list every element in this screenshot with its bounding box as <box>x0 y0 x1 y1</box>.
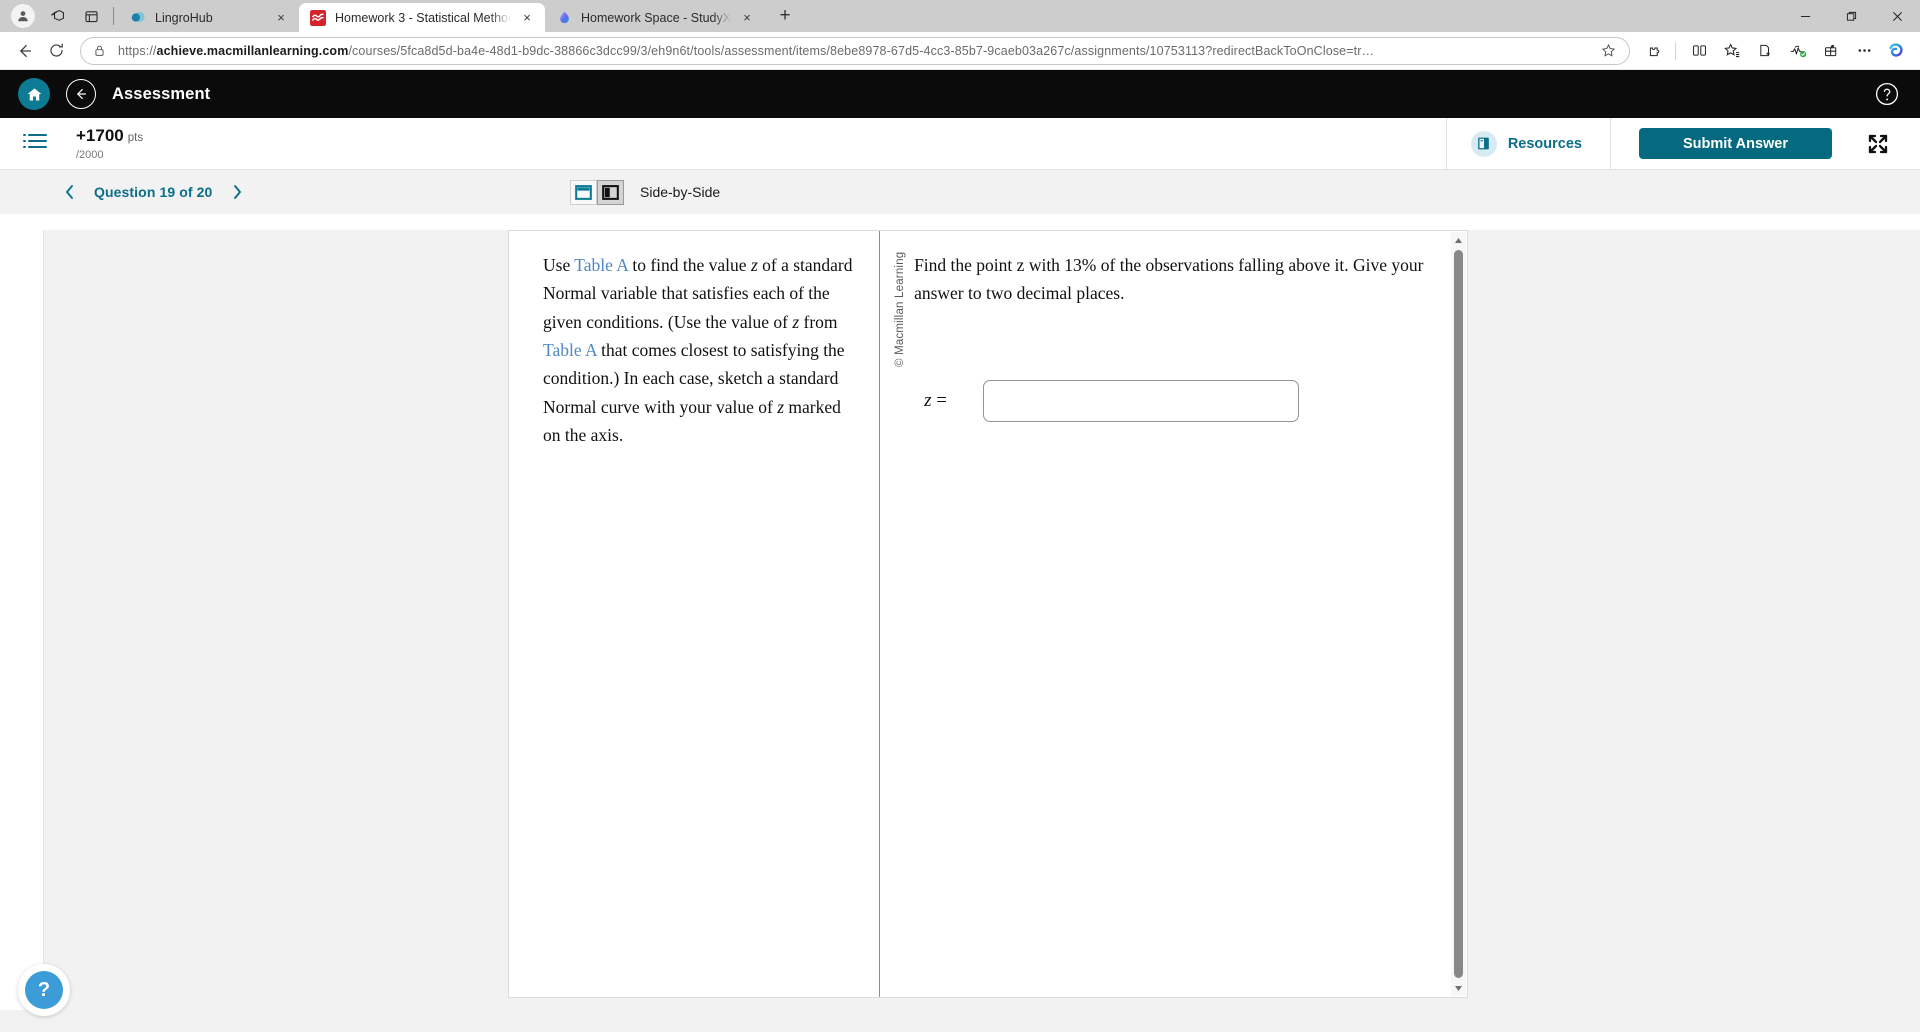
profile-button[interactable] <box>6 1 40 31</box>
scrollbar-thumb[interactable] <box>1454 250 1463 978</box>
tab-actions-icon[interactable] <box>74 1 108 31</box>
split-screen-icon[interactable] <box>1684 36 1714 66</box>
browser-tab-studyx[interactable]: Homework Space - StudyX × <box>545 3 765 32</box>
action-bar-right: Resources Submit Answer <box>1445 118 1920 169</box>
home-icon[interactable] <box>18 78 50 110</box>
points-block: +1700 pts /2000 <box>76 126 143 161</box>
answer-input[interactable] <box>982 379 1299 422</box>
reload-icon[interactable] <box>40 35 72 67</box>
tab-title: Homework Space - StudyX <box>581 10 732 25</box>
points-unit: pts <box>127 132 144 144</box>
question-paper: Use Table A to find the value z of a sta… <box>508 230 1468 998</box>
tab-title: Homework 3 - Statistical Methods <box>335 10 511 25</box>
favorite-star-icon[interactable] <box>1597 43 1619 58</box>
table-a-link-2[interactable]: Table A <box>543 340 597 360</box>
browser-titlebar: LingroHub × Homework 3 - Statistical Met… <box>0 0 1920 32</box>
tab-title: LingroHub <box>155 10 213 25</box>
question-stem-text: Use Table A to find the value z of a sta… <box>543 255 853 446</box>
titlebar-divider <box>113 7 114 25</box>
help-circle-icon[interactable] <box>1874 81 1900 107</box>
help-fab-container: ? <box>18 964 70 1016</box>
answer-row: z = <box>924 379 1439 422</box>
resources-label: Resources <box>1507 135 1582 152</box>
browser-tab-homework3[interactable]: Homework 3 - Statistical Methods × <box>299 3 545 32</box>
extensions-icon[interactable] <box>1640 36 1670 66</box>
lock-icon <box>93 44 109 57</box>
view-mode-toggle: Side-by-Side <box>570 179 721 205</box>
toolbar-divider <box>1675 41 1676 60</box>
collections-icon[interactable] <box>1750 36 1780 66</box>
points-value: +1700 <box>76 126 124 145</box>
side-by-side-view-icon[interactable] <box>597 179 624 205</box>
table-a-link-1[interactable]: Table A <box>574 255 628 275</box>
chevron-left-icon[interactable] <box>58 181 80 203</box>
close-icon[interactable]: × <box>737 8 757 28</box>
more-options-icon[interactable] <box>1849 36 1879 66</box>
scroll-up-icon[interactable] <box>1451 232 1466 248</box>
left-rail <box>0 230 44 1032</box>
answer-pane: © Macmillan Learning Find the point z wi… <box>880 231 1467 997</box>
window-maximize-button[interactable] <box>1828 0 1874 32</box>
scrollbar-track[interactable] <box>1451 248 1466 980</box>
question-navigation: Question 19 of 20 <box>58 181 248 203</box>
book-icon <box>1470 130 1497 157</box>
resources-button[interactable]: Resources <box>1445 118 1611 169</box>
new-tab-button[interactable]: + <box>771 2 799 30</box>
back-arrow-icon[interactable] <box>8 35 40 67</box>
assessment-content-area: Use Table A to find the value z of a sta… <box>0 230 1920 1032</box>
lingrohub-favicon <box>130 10 146 26</box>
answer-label: z = <box>924 389 947 411</box>
copilot-icon[interactable] <box>1882 36 1912 66</box>
scroll-down-icon[interactable] <box>1451 980 1466 996</box>
address-bar[interactable]: https://achieve.macmillanlearning.com/co… <box>80 36 1630 65</box>
bottom-strip <box>0 1010 1920 1032</box>
macmillan-favicon <box>310 9 326 26</box>
back-circle-icon[interactable] <box>66 79 96 109</box>
url-text: https://achieve.macmillanlearning.com/co… <box>118 43 1375 58</box>
question-counter: Question 19 of 20 <box>94 184 213 200</box>
workspaces-icon[interactable] <box>40 1 74 31</box>
content-scrollbar[interactable] <box>1451 232 1466 996</box>
assessment-action-bar: +1700 pts /2000 Resources Submit Answer <box>0 118 1920 170</box>
browser-toolbar-icons <box>1637 36 1912 66</box>
copyright-watermark: © Macmillan Learning <box>894 251 907 367</box>
rewards-icon[interactable] <box>1816 36 1846 66</box>
stacked-view-icon[interactable] <box>570 179 597 205</box>
view-mode-label: Side-by-Side <box>640 184 721 200</box>
browser-toolbar: https://achieve.macmillanlearning.com/co… <box>0 32 1920 70</box>
tabstrip: LingroHub × Homework 3 - Statistical Met… <box>119 0 765 32</box>
assessment-header: Assessment <box>0 70 1920 118</box>
list-menu-icon[interactable] <box>22 131 48 156</box>
subquestion-text: Find the point z with 13% of the observa… <box>914 255 1424 304</box>
question-stem-pane: Use Table A to find the value z of a sta… <box>509 231 879 997</box>
favorites-icon[interactable] <box>1717 36 1747 66</box>
browser-tab-lingrohub[interactable]: LingroHub × <box>119 3 299 32</box>
browser-essentials-icon[interactable] <box>1783 36 1813 66</box>
points-total: /2000 <box>76 149 104 161</box>
page-title: Assessment <box>112 84 211 103</box>
close-icon[interactable]: × <box>271 8 291 28</box>
chevron-right-icon[interactable] <box>226 181 248 203</box>
window-minimize-button[interactable] <box>1782 0 1828 32</box>
submit-answer-button[interactable]: Submit Answer <box>1638 128 1832 159</box>
question-mark-icon[interactable]: ? <box>25 971 63 1009</box>
close-icon[interactable]: × <box>517 8 537 28</box>
profile-icon <box>11 4 35 28</box>
question-bar: Question 19 of 20 Side-by-Side <box>0 170 1920 214</box>
studyx-favicon <box>556 10 572 26</box>
fullscreen-icon[interactable] <box>1862 128 1894 160</box>
window-close-button[interactable] <box>1874 0 1920 32</box>
window-controls <box>1782 0 1920 32</box>
